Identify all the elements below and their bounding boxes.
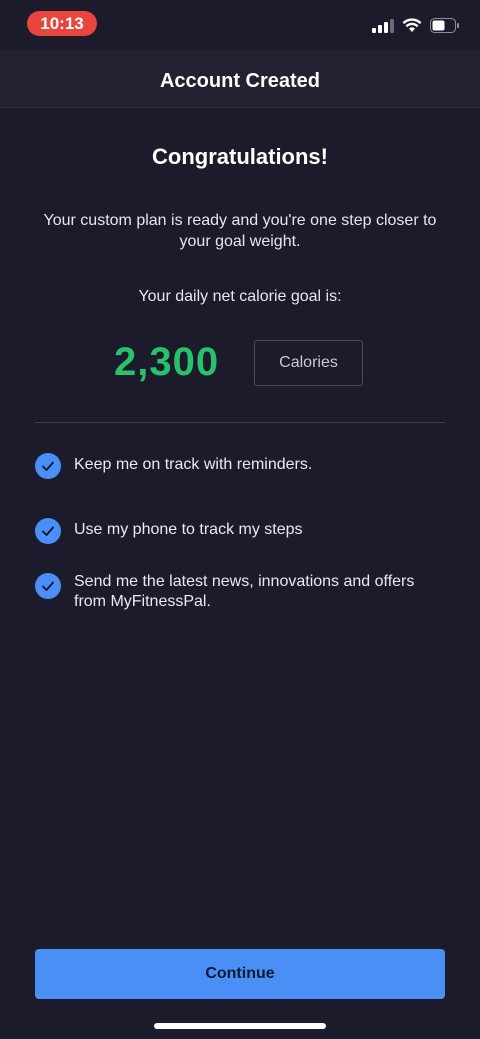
option-reminders[interactable]: Keep me on track with reminders. — [35, 453, 445, 479]
page-title: Account Created — [159, 70, 321, 92]
home-indicator — [154, 1023, 326, 1029]
status-time: 10:13 — [27, 11, 97, 36]
calorie-goal-label: Your daily net calorie goal is: — [138, 288, 342, 305]
option-label: Send me the latest news, innovations and… — [74, 573, 415, 610]
cellular-signal-icon — [372, 18, 394, 33]
option-news-offers[interactable]: Send me the latest news, innovations and… — [35, 572, 445, 612]
battery-icon — [430, 18, 459, 33]
option-label: Use my phone to track my steps — [74, 521, 303, 538]
wifi-icon — [402, 18, 422, 32]
checkmark-icon[interactable] — [35, 518, 61, 544]
continue-button[interactable]: Continue — [35, 949, 445, 999]
congratulations-heading: Congratulations! — [152, 144, 328, 169]
section-divider — [35, 422, 445, 423]
status-bar: 10:13 — [0, 0, 480, 50]
checkmark-icon[interactable] — [35, 573, 61, 599]
option-track-steps[interactable]: Use my phone to track my steps — [35, 518, 445, 544]
calorie-unit-box: Calories — [254, 340, 363, 386]
checkmark-icon[interactable] — [35, 453, 61, 479]
nav-header: Account Created — [0, 50, 480, 108]
status-icons — [372, 18, 460, 33]
calorie-goal-value: 2,300 — [114, 340, 220, 384]
option-label: Keep me on track with reminders. — [74, 456, 313, 473]
plan-message: Your custom plan is ready and you're one… — [43, 212, 437, 250]
